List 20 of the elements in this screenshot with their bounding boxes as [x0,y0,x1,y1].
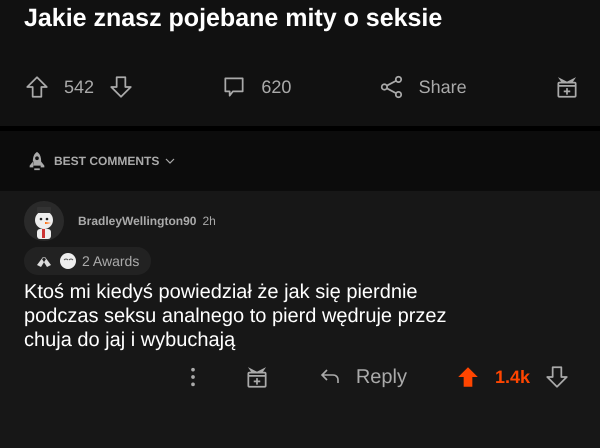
face-icon [58,251,78,271]
avatar-icon [24,201,64,241]
chevron-icon[interactable] [165,158,176,164]
upvote-icon[interactable] [24,74,50,100]
downvote-icon[interactable] [108,74,134,100]
more-icon[interactable] [190,366,196,388]
share-icon[interactable] [378,74,405,100]
vote-count: 1.4k [494,366,530,388]
downvote-icon[interactable] [544,364,570,390]
share-label[interactable]: Share [418,76,467,98]
awards-label: 2 Awards [82,253,140,269]
sort-label[interactable]: BEST COMMENTS [54,154,160,168]
post-title: Jakie znasz pojebane mity o seksie [24,4,444,33]
reply-label[interactable]: Reply [356,366,407,388]
awards-pill[interactable]: 2 Awards [24,247,152,275]
vote-count: 542 [64,76,94,98]
comment-text: Ktoś mi kiedyś powiedział że jak się pierdnie podczas seksu analnego to pierd wędruje przez chuja do jaj i wybuchają [24,280,448,352]
comment-count: 620 [261,76,292,98]
comment-age: 2h [202,214,216,228]
username[interactable]: BradleyWellington90 [78,214,196,228]
